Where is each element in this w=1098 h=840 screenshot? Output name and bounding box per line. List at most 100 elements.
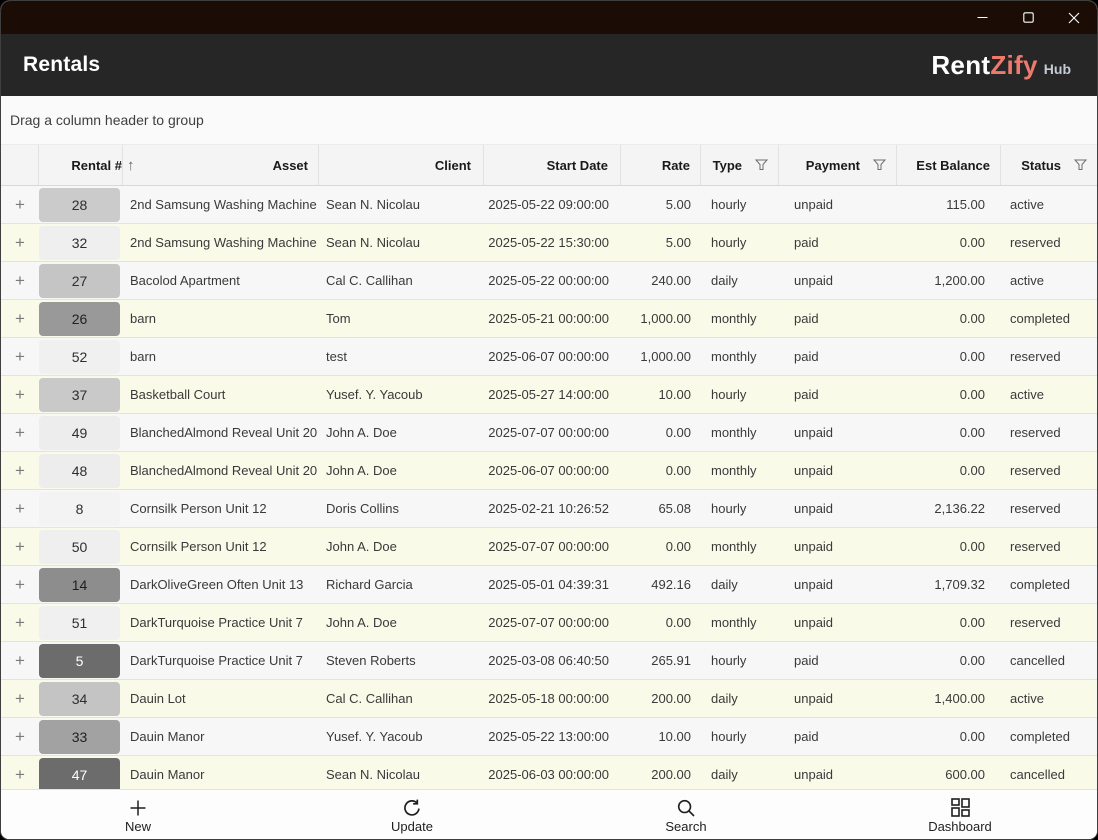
dashboard-button[interactable]: Dashboard [823,790,1097,839]
type-cell: monthly [701,414,779,451]
table-row[interactable]: +14DarkOliveGreen Often Unit 13Richard G… [1,566,1097,604]
row-expand-button[interactable]: + [1,452,39,489]
row-expand-button[interactable]: + [1,528,39,565]
update-button[interactable]: Update [275,790,549,839]
table-row[interactable]: +34Dauin LotCal C. Callihan2025-05-18 00… [1,680,1097,718]
page-title: Rentals [23,53,100,77]
column-header-rate[interactable]: Rate [621,145,701,185]
table-row[interactable]: +52barntest2025-06-07 00:00:001,000.00mo… [1,338,1097,376]
type-cell: daily [701,756,779,789]
payment-cell: paid [779,338,897,375]
est-balance-cell: 0.00 [897,224,1001,261]
update-button-label: Update [391,819,433,834]
row-expand-button[interactable]: + [1,300,39,337]
maximize-button[interactable] [1005,1,1051,34]
row-expand-button[interactable]: + [1,718,39,755]
search-button[interactable]: Search [549,790,823,839]
rental-number-badge: 51 [39,606,120,640]
rate-cell: 0.00 [621,604,701,641]
table-row[interactable]: +33Dauin ManorYusef. Y. Yacoub2025-05-22… [1,718,1097,756]
table-row[interactable]: +51DarkTurquoise Practice Unit 7John A. … [1,604,1097,642]
rental-number-badge: 27 [39,264,120,298]
rental-number-badge: 47 [39,758,120,790]
minimize-button[interactable] [959,1,1005,34]
rental-number-cell: 5 [39,642,123,679]
rate-cell: 10.00 [621,376,701,413]
row-expand-button[interactable]: + [1,490,39,527]
table-row[interactable]: +49BlanchedAlmond Reveal Unit 20John A. … [1,414,1097,452]
row-expand-button[interactable]: + [1,642,39,679]
est-balance-cell: 115.00 [897,186,1001,223]
filter-icon[interactable] [1074,159,1087,171]
table-row[interactable]: +37Basketball CourtYusef. Y. Yacoub2025-… [1,376,1097,414]
column-header-payment[interactable]: Payment [779,145,897,185]
row-expand-button[interactable]: + [1,186,39,223]
status-cell: cancelled [1001,756,1097,789]
est-balance-cell: 1,400.00 [897,680,1001,717]
column-header-est-balance[interactable]: Est Balance [897,145,1001,185]
row-expand-button[interactable]: + [1,338,39,375]
close-button[interactable] [1051,1,1097,34]
row-expand-button[interactable]: + [1,224,39,261]
group-by-panel[interactable]: Drag a column header to group [1,96,1097,145]
rental-number-cell: 32 [39,224,123,261]
row-expand-button[interactable]: + [1,566,39,603]
est-balance-cell: 0.00 [897,414,1001,451]
rental-number-badge: 32 [39,226,120,260]
type-cell: monthly [701,604,779,641]
type-cell: hourly [701,718,779,755]
client-cell: Richard Garcia [319,566,484,603]
asset-cell: Cornsilk Person Unit 12 [123,490,319,527]
payment-cell: paid [779,376,897,413]
column-header-client[interactable]: Client [319,145,484,185]
rate-cell: 0.00 [621,452,701,489]
table-row[interactable]: +47Dauin ManorSean N. Nicolau2025-06-03 … [1,756,1097,789]
type-cell: daily [701,566,779,603]
status-cell: reserved [1001,338,1097,375]
row-expand-button[interactable]: + [1,604,39,641]
est-balance-cell: 0.00 [897,300,1001,337]
client-cell: test [319,338,484,375]
client-cell: John A. Doe [319,604,484,641]
type-cell: monthly [701,452,779,489]
est-balance-cell: 1,200.00 [897,262,1001,299]
table-row[interactable]: +48BlanchedAlmond Reveal Unit 20John A. … [1,452,1097,490]
column-header-rental[interactable]: Rental # [39,145,123,185]
sort-ascending-icon: ↑ [127,157,135,174]
filter-icon[interactable] [873,159,886,171]
table-row[interactable]: +50Cornsilk Person Unit 12John A. Doe202… [1,528,1097,566]
rate-cell: 240.00 [621,262,701,299]
table-row[interactable]: +5DarkTurquoise Practice Unit 7Steven Ro… [1,642,1097,680]
start-date-cell: 2025-02-21 10:26:52 [484,490,621,527]
rate-cell: 200.00 [621,756,701,789]
row-expand-button[interactable]: + [1,262,39,299]
row-expand-button[interactable]: + [1,756,39,789]
new-button[interactable]: New [1,790,275,839]
row-expand-button[interactable]: + [1,414,39,451]
asset-cell: BlanchedAlmond Reveal Unit 20 [123,452,319,489]
rate-cell: 5.00 [621,224,701,261]
payment-cell: unpaid [779,414,897,451]
column-header-status[interactable]: Status [1001,145,1097,185]
table-row[interactable]: +8Cornsilk Person Unit 12Doris Collins20… [1,490,1097,528]
status-cell: reserved [1001,490,1097,527]
filter-icon[interactable] [755,159,768,171]
table-row[interactable]: +322nd Samsung Washing MachineSean N. Ni… [1,224,1097,262]
table-row[interactable]: +282nd Samsung Washing MachineSean N. Ni… [1,186,1097,224]
est-balance-cell: 600.00 [897,756,1001,789]
start-date-cell: 2025-05-22 13:00:00 [484,718,621,755]
row-expand-button[interactable]: + [1,680,39,717]
table-row[interactable]: +26barnTom2025-05-21 00:00:001,000.00mon… [1,300,1097,338]
title-bar [1,1,1097,34]
payment-cell: unpaid [779,604,897,641]
column-header-type[interactable]: Type [701,145,779,185]
row-expand-button[interactable]: + [1,376,39,413]
type-cell: monthly [701,528,779,565]
column-label: Rental # [71,158,122,173]
rental-number-badge: 49 [39,416,120,450]
table-row[interactable]: +27Bacolod ApartmentCal C. Callihan2025-… [1,262,1097,300]
column-header-start-date[interactable]: Start Date [484,145,621,185]
column-header-asset[interactable]: ↑ Asset [123,145,319,185]
start-date-cell: 2025-05-22 15:30:00 [484,224,621,261]
payment-cell: unpaid [779,528,897,565]
